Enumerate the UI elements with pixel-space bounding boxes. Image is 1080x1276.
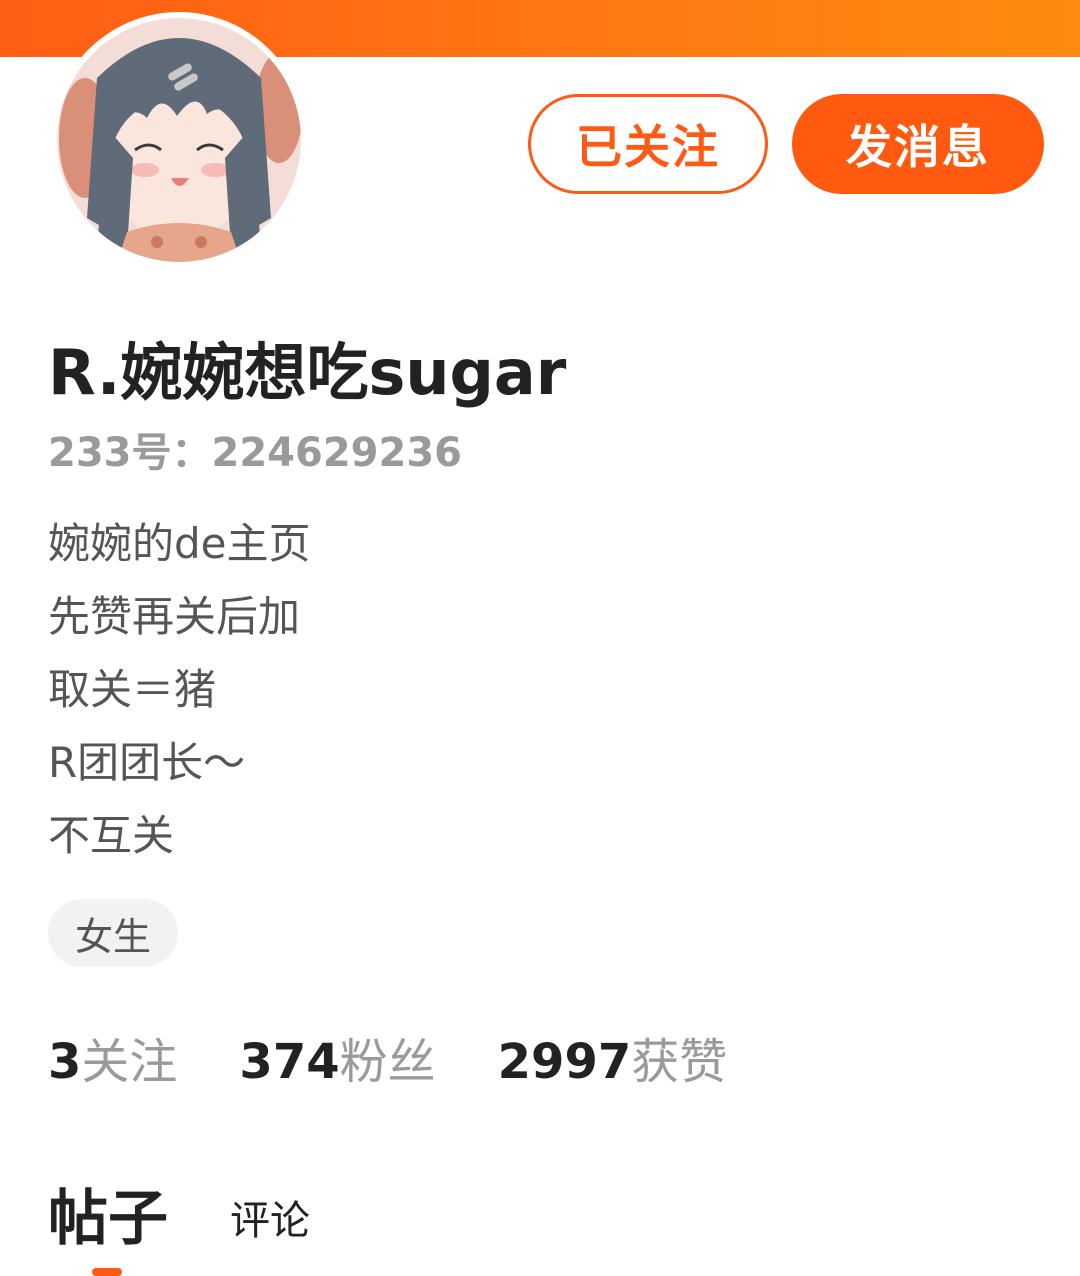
anime-girl-avatar-icon: [57, 18, 301, 262]
username: R.婉婉想吃sugar: [48, 336, 567, 409]
avatar[interactable]: [51, 12, 307, 268]
active-tab-indicator: [92, 1268, 122, 1276]
fans-stat[interactable]: 374 粉丝: [239, 1022, 435, 1092]
following-button[interactable]: 已关注: [528, 94, 768, 194]
tab-comments[interactable]: 评论: [230, 1188, 310, 1246]
user-id: 233号：224629236: [48, 430, 462, 476]
likes-count: 2997: [497, 1034, 632, 1090]
likes-label: 获赞: [631, 1034, 728, 1090]
profile-page: 已关注 发消息 R.婉婉想吃sugar 233号：224629236 婉婉的de…: [0, 0, 1080, 1276]
profile-stats: 3 关注 374 粉丝 2997 获赞: [48, 1022, 789, 1092]
bio-line: 取关＝猪: [48, 665, 217, 714]
following-count: 3: [48, 1034, 82, 1090]
fans-label: 粉丝: [339, 1034, 436, 1090]
following-label: 关注: [81, 1034, 178, 1090]
bio-line: 先赞再关后加: [48, 592, 301, 641]
fans-count: 374: [239, 1034, 340, 1090]
bio-line: 婉婉的de主页: [48, 519, 311, 568]
tab-posts[interactable]: 帖子: [48, 1170, 168, 1257]
bio-line: R团团长～: [48, 738, 246, 787]
bio: 婉婉的de主页 先赞再关后加 取关＝猪 R团团长～ 不互关: [48, 515, 311, 880]
profile-tabs: 帖子 评论: [48, 1170, 448, 1276]
send-message-button[interactable]: 发消息: [792, 94, 1044, 194]
bio-line: 不互关: [48, 811, 175, 860]
following-stat[interactable]: 3 关注: [48, 1022, 177, 1092]
likes-stat: 2997 获赞: [498, 1022, 728, 1092]
gender-tag: 女生: [48, 899, 178, 967]
